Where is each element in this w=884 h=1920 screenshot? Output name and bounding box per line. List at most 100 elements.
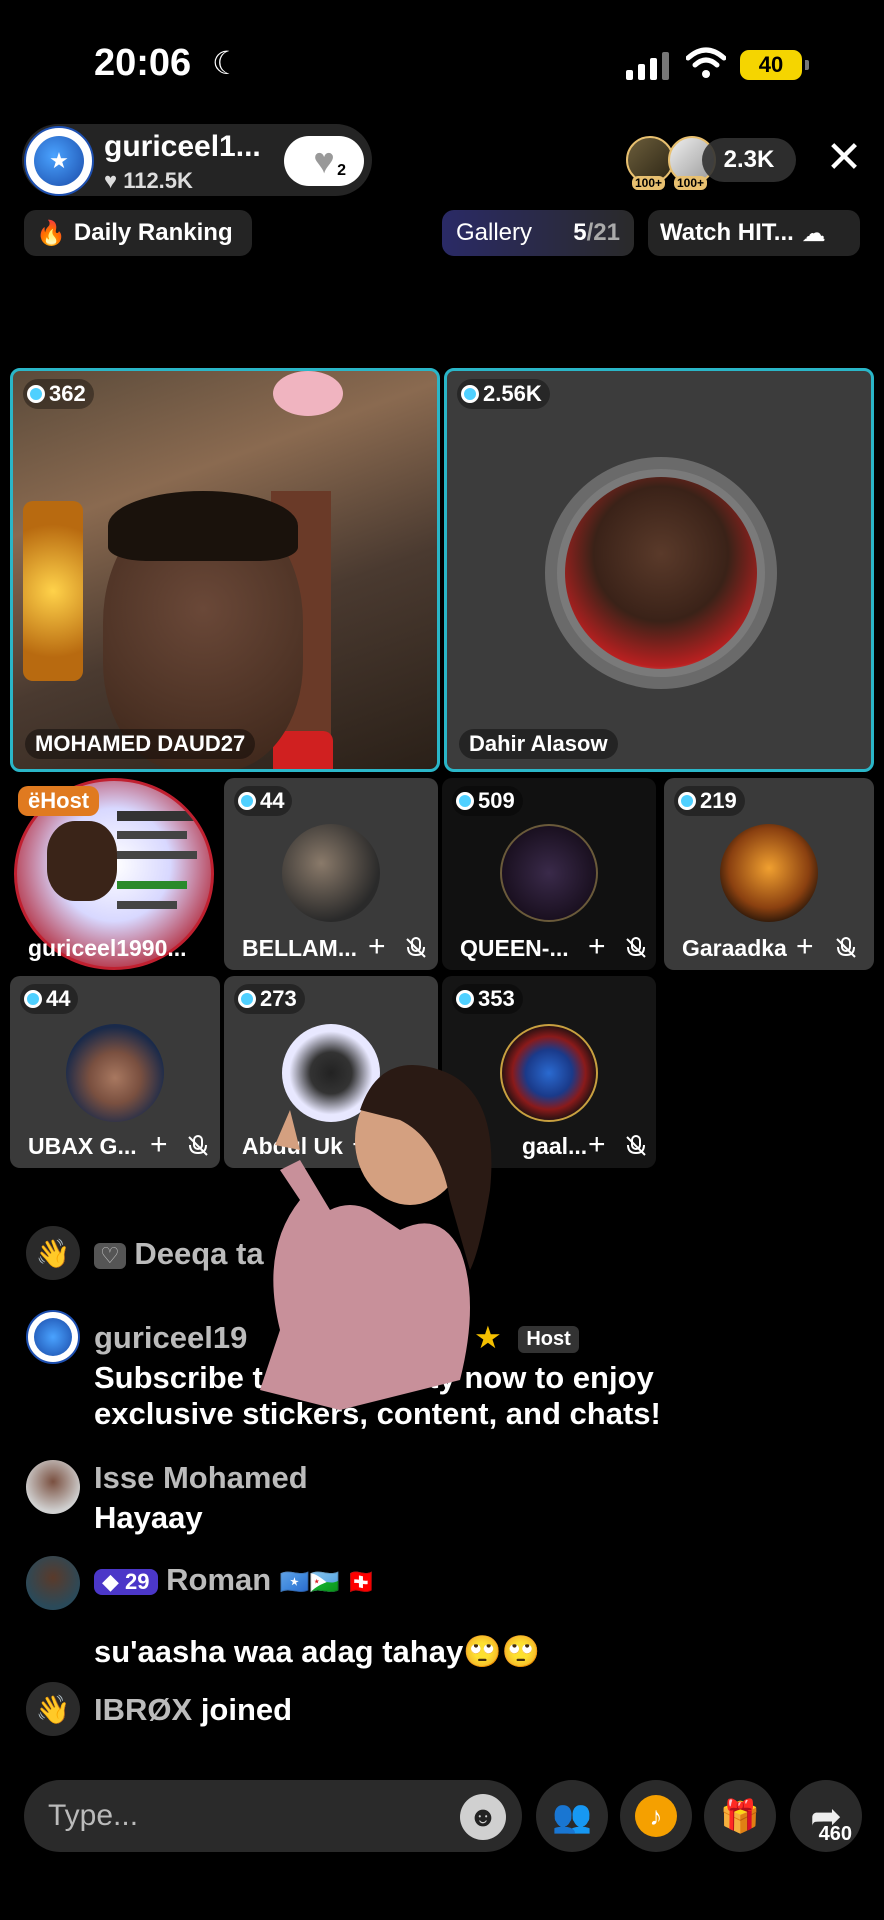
guest-hair — [108, 491, 298, 561]
follow-count: 2 — [337, 162, 346, 179]
lamp-light — [23, 501, 83, 681]
share-count: 460 — [818, 1823, 852, 1845]
mic-muted-icon — [626, 1135, 646, 1156]
guest-score: 509 — [452, 786, 523, 816]
guest-avatar — [66, 1024, 164, 1122]
guest-tile[interactable]: 219 Garaadka + — [664, 778, 874, 970]
chat-text: Hayaay — [94, 1500, 203, 1535]
guest-tile[interactable]: 44 BELLAM... + — [224, 778, 438, 970]
guest-score-value: 44 — [260, 788, 285, 813]
gallery-button[interactable]: Gallery 5/21 — [442, 210, 634, 256]
guest-score-value: 2.56K — [483, 381, 542, 406]
host-name[interactable]: guriceel1... — [104, 130, 261, 164]
gallery-progress: 5/21 — [573, 219, 620, 247]
host-badge-icon: ë — [28, 788, 41, 813]
host-likes: ♥ 112.5K — [104, 168, 193, 193]
guest-score-value: 353 — [478, 986, 515, 1011]
guest-avatar — [282, 824, 380, 922]
balloon — [273, 371, 343, 416]
promo-button[interactable]: ♪ — [620, 1780, 692, 1852]
guest-score-value: 362 — [49, 381, 86, 406]
red-shirt — [273, 731, 333, 769]
status-bar: 20:06 ☾ 40 — [0, 0, 884, 130]
guest-avatar — [500, 824, 598, 922]
chat-text: su'aasha waa adag tahay🙄🙄 — [94, 1634, 541, 1669]
add-icon[interactable]: + — [796, 932, 814, 962]
guest-score-value: 219 — [700, 788, 737, 813]
guest-score: 362 — [23, 379, 94, 409]
mic-muted-icon — [188, 1135, 208, 1156]
level-badge: ◆ 29 — [94, 1568, 158, 1595]
gallery-total: /21 — [586, 219, 620, 246]
close-icon[interactable]: ✕ — [824, 136, 864, 180]
score-icon — [456, 792, 474, 810]
guest-score: 273 — [234, 984, 305, 1014]
gallery-label: Gallery — [456, 219, 533, 246]
guest-name: Garaadka — [682, 935, 787, 961]
status-time: 20:06 — [94, 42, 192, 84]
score-icon — [461, 385, 479, 403]
guest-name: QUEEN-... — [460, 935, 569, 961]
people-icon: 👥 — [552, 1798, 592, 1834]
chat-user-name[interactable]: Isse Mohamed — [94, 1460, 308, 1496]
add-icon[interactable]: + — [150, 1130, 168, 1160]
guest-name: MOHAMED DAUD27 — [25, 729, 256, 759]
guest-tile[interactable]: ëHost guriceel1990... — [10, 778, 220, 970]
guest-name: Dahir Alasow — [459, 729, 618, 759]
chat-user-name: Roman — [166, 1562, 272, 1597]
add-icon[interactable]: + — [588, 932, 606, 962]
guest-score: 44 — [234, 786, 293, 816]
host-avatar[interactable]: ★ — [24, 126, 94, 196]
emoji-icon[interactable]: ☻ — [460, 1794, 506, 1840]
host-tag: Host — [518, 1326, 579, 1354]
mic-muted-icon — [406, 937, 426, 958]
watch-hit-button[interactable]: Watch HIT... ☁ — [648, 210, 860, 256]
score-icon — [238, 990, 256, 1008]
viewer-badge: 100+ — [674, 176, 708, 190]
viewer-badge: 100+ — [632, 176, 666, 190]
guest-name: guriceel1990... — [28, 935, 187, 961]
guest-score-value: 44 — [46, 986, 71, 1011]
chat-avatar[interactable] — [26, 1310, 80, 1364]
add-icon[interactable]: + — [368, 932, 386, 962]
guest-name: BELLAM... — [242, 935, 357, 961]
wave-icon: 👋 — [26, 1226, 80, 1280]
guest-name: gaal... — [522, 1133, 588, 1159]
chat-avatar[interactable] — [26, 1556, 80, 1610]
chat-user-name[interactable]: IBRØX — [94, 1692, 192, 1727]
chat-user: IBRØX joined — [94, 1692, 292, 1728]
share-button[interactable]: ➦ 460 — [790, 1780, 862, 1852]
guest-tile[interactable]: 44 UBAX G... + — [10, 976, 220, 1168]
host-badge: ëHost — [18, 786, 100, 816]
add-icon[interactable]: + — [588, 1130, 606, 1160]
guests-button[interactable]: 👥 — [536, 1780, 608, 1852]
gift-icon: 🎁 — [720, 1798, 760, 1834]
gallery-current: 5 — [573, 219, 587, 246]
watch-hit-label: Watch HIT... — [660, 219, 794, 246]
level-value: 29 — [125, 1568, 150, 1594]
diamond-icon: ◆ — [102, 1568, 119, 1594]
follow-heart-button[interactable]: ♥ 2 — [284, 136, 364, 186]
mic-muted-icon — [836, 937, 856, 958]
score-icon — [456, 990, 474, 1008]
guest-name: UBAX G... — [28, 1133, 137, 1159]
guest-tile[interactable]: 2.56K Dahir Alasow — [444, 368, 874, 772]
viewer-avatar[interactable]: 100+ — [626, 136, 674, 190]
guest-tile[interactable]: 509 QUEEN-... + — [442, 778, 656, 970]
score-icon — [24, 990, 42, 1008]
member-badge-icon: ♡ — [94, 1242, 126, 1269]
guest-score: 219 — [674, 786, 745, 816]
moon-icon: ☾ — [212, 45, 241, 81]
guest-score-value: 509 — [478, 788, 515, 813]
chat-input[interactable]: Type... — [24, 1780, 522, 1852]
guest-score: 2.56K — [457, 379, 550, 409]
chat-user[interactable]: ◆ 29 Roman 🇸🇴🇩🇯 🇨🇭 — [94, 1562, 376, 1598]
gift-button[interactable]: 🎁 — [704, 1780, 776, 1852]
chat-avatar[interactable] — [26, 1460, 80, 1514]
daily-ranking-button[interactable]: 🔥 Daily Ranking — [24, 210, 252, 256]
mic-muted-icon — [626, 937, 646, 958]
guest-tile[interactable]: 362 MOHAMED DAUD27 — [10, 368, 440, 772]
viewer-count[interactable]: 2.3K — [702, 138, 796, 182]
guest-score-value: 273 — [260, 986, 297, 1011]
flag-icons: 🇸🇴🇩🇯 🇨🇭 — [279, 1569, 377, 1596]
